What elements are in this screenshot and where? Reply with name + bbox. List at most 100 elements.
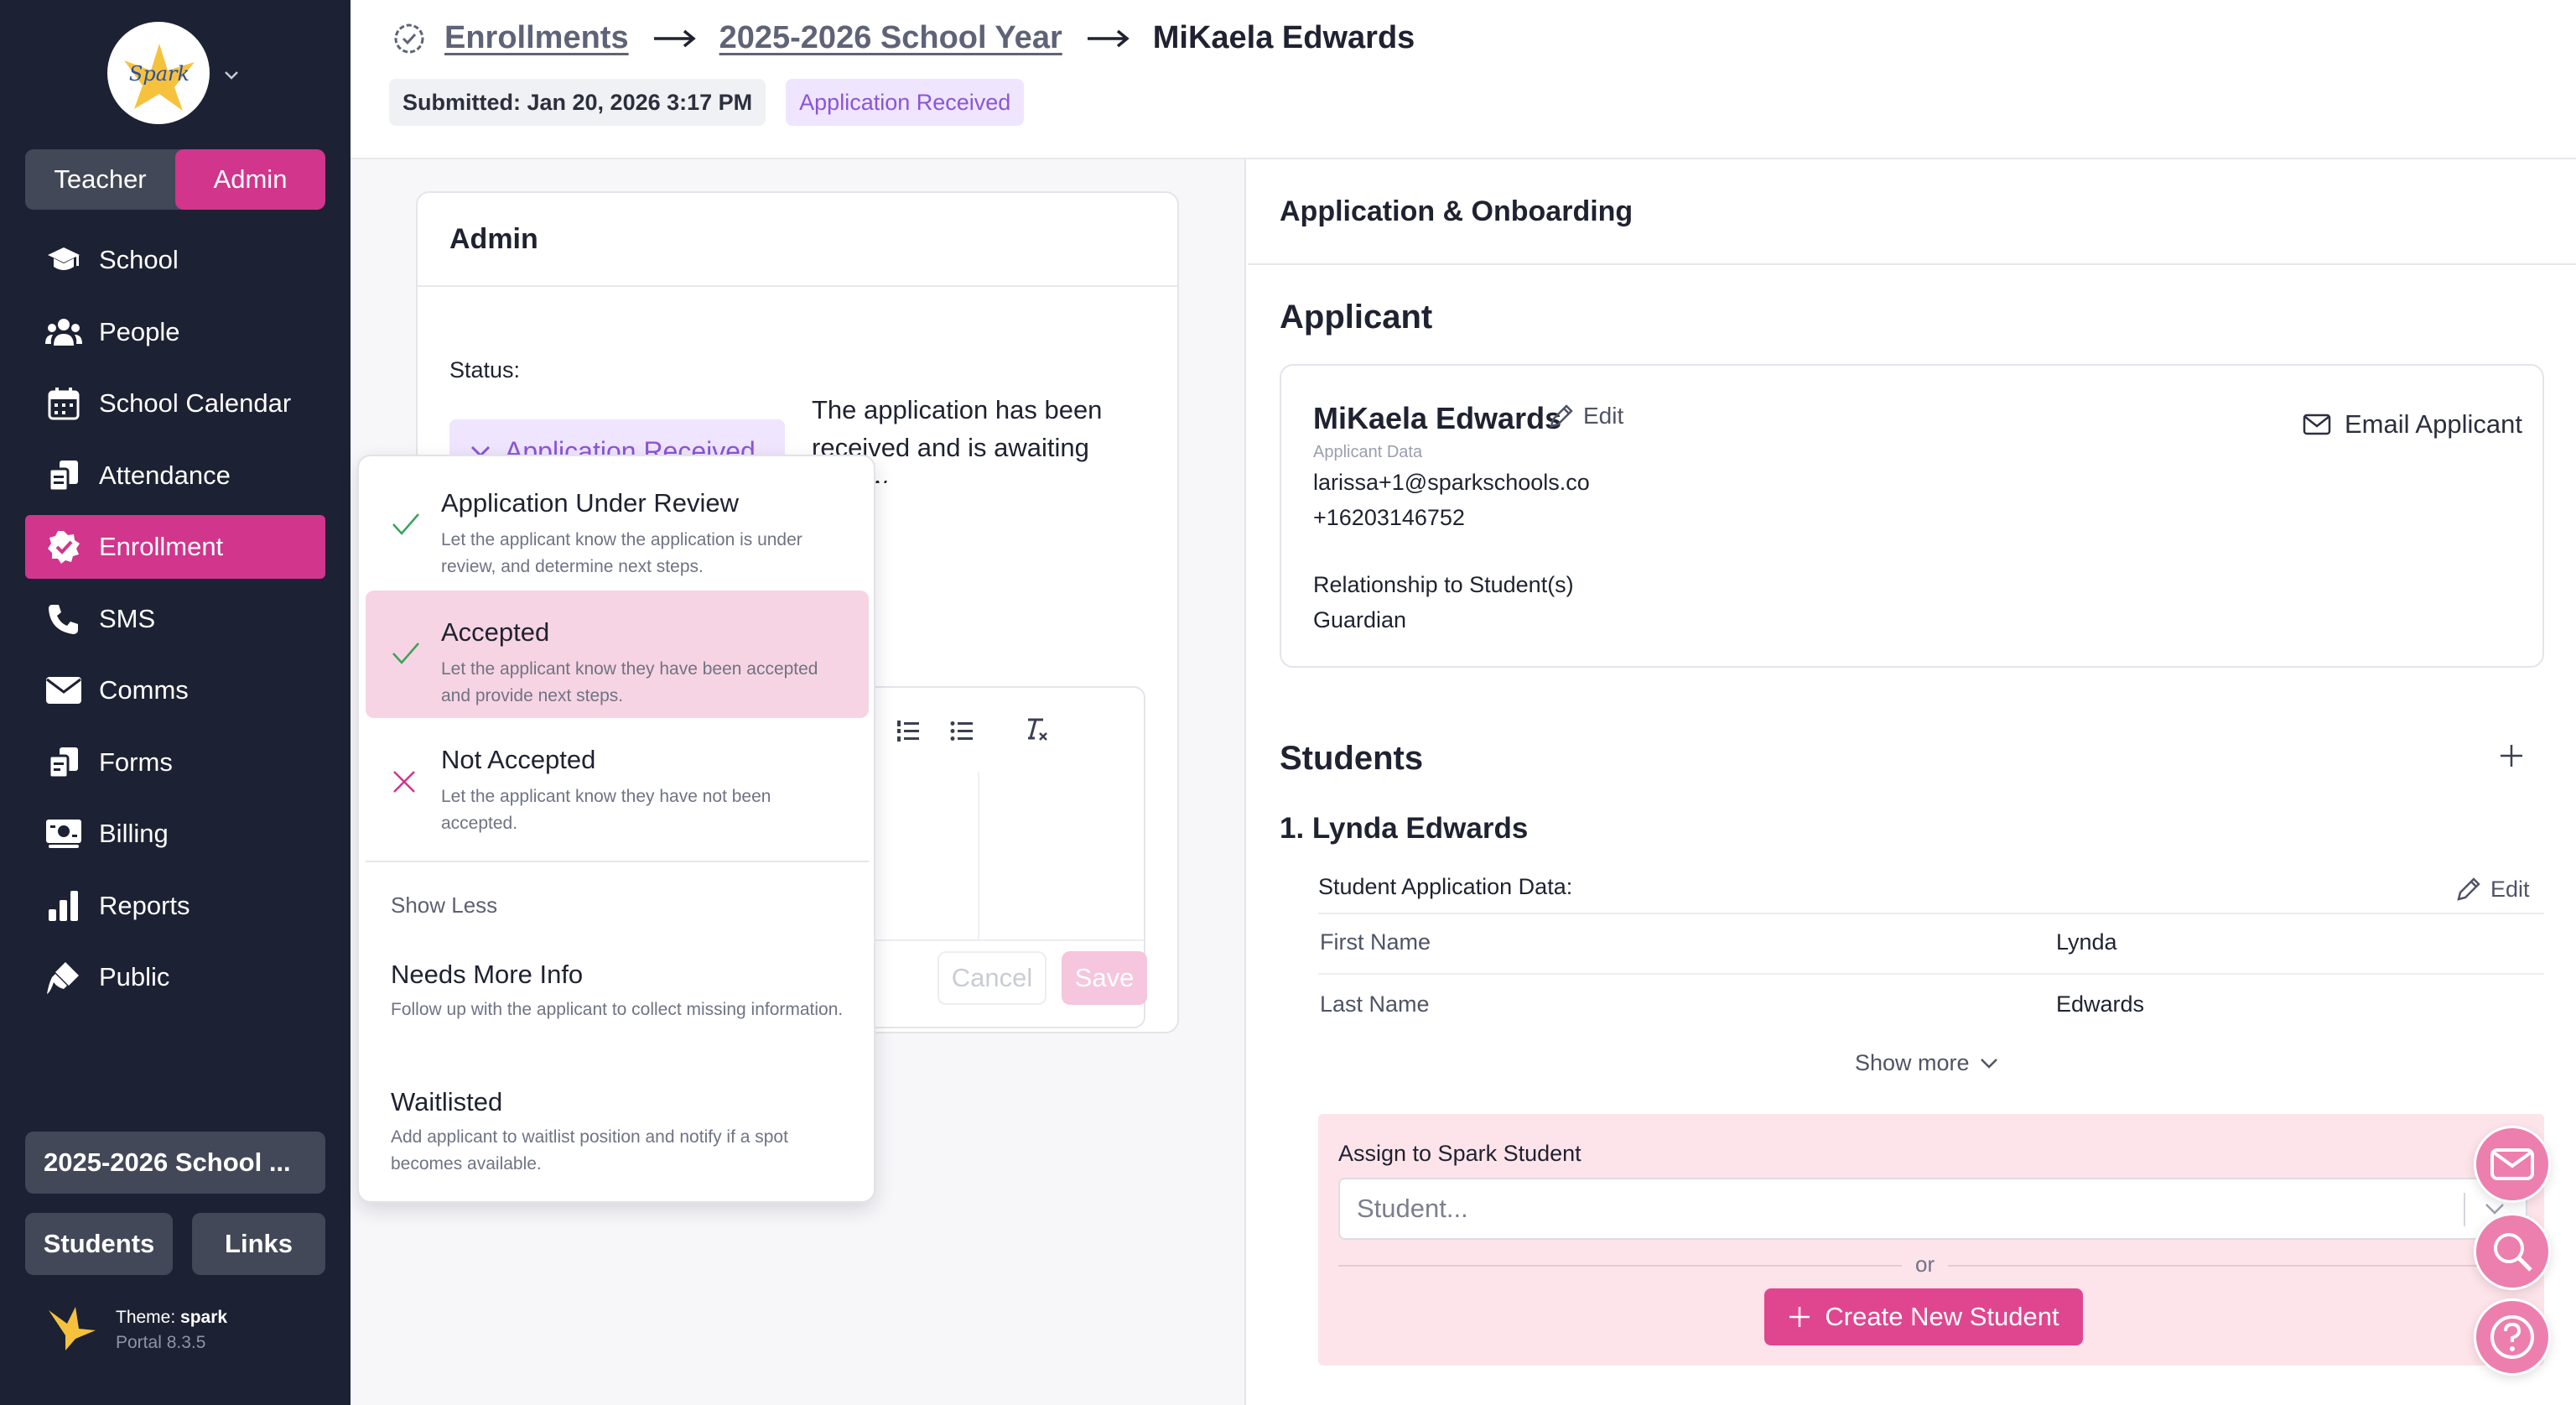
envelope-icon bbox=[2490, 1148, 2534, 1180]
portal-version: Portal 8.3.5 bbox=[116, 1333, 206, 1352]
sidebar-item-enrollment[interactable]: Enrollment bbox=[25, 515, 325, 579]
plus-icon bbox=[1789, 1307, 1810, 1327]
field-value-first-name: Lynda bbox=[2056, 929, 2117, 955]
graduation-cap-icon bbox=[45, 242, 82, 278]
edit-applicant-button[interactable]: Edit bbox=[1548, 403, 1623, 429]
status-option-not-accepted[interactable]: Not Accepted Let the applicant know they… bbox=[366, 718, 869, 846]
breadcrumb-current: MiKaela Edwards bbox=[1152, 20, 1415, 55]
student-select-placeholder: Student... bbox=[1357, 1194, 1468, 1223]
pencil-icon bbox=[2457, 877, 2480, 901]
check-badge-icon bbox=[45, 528, 82, 565]
forms-icon bbox=[45, 744, 82, 781]
field-label-last-name: Last Name bbox=[1320, 991, 1430, 1017]
show-more-label: Show more bbox=[1855, 1050, 1970, 1075]
sidebar-item-label: Enrollment bbox=[99, 532, 224, 561]
breadcrumb-enrollments[interactable]: Enrollments bbox=[444, 20, 629, 56]
floating-search-button[interactable] bbox=[2474, 1213, 2551, 1290]
editor-divider bbox=[978, 772, 979, 939]
dropdown-separator bbox=[366, 861, 869, 862]
student-application-data-label: Student Application Data: bbox=[1318, 874, 1573, 899]
svg-text:Spark: Spark bbox=[129, 62, 190, 86]
applicant-subtitle: Applicant Data bbox=[1313, 443, 1423, 461]
create-new-student-button[interactable]: Create New Student bbox=[1764, 1288, 2083, 1345]
edit-label: Edit bbox=[1583, 403, 1624, 429]
ordered-list-icon[interactable] bbox=[896, 718, 921, 743]
sidebar-item-school[interactable]: School bbox=[25, 228, 325, 292]
assign-student-panel: Assign to Spark Student Student... or Cr… bbox=[1318, 1114, 2544, 1366]
links-button[interactable]: Links bbox=[192, 1213, 325, 1275]
email-applicant-button[interactable]: Email Applicant bbox=[2303, 409, 2522, 440]
role-teacher[interactable]: Teacher bbox=[25, 149, 175, 210]
check-icon bbox=[392, 513, 419, 535]
page-header: Enrollments 2025-2026 School Year MiKael… bbox=[351, 0, 2576, 159]
envelope-icon bbox=[2303, 414, 2331, 435]
show-more-toggle[interactable]: Show more bbox=[1855, 1050, 1998, 1076]
students-button[interactable]: Students bbox=[25, 1213, 173, 1275]
sidebar-item-billing[interactable]: Billing bbox=[25, 802, 325, 866]
status-option-needs-more-info[interactable]: Needs More Info Follow up with the appli… bbox=[391, 960, 860, 1023]
phone-icon bbox=[45, 601, 82, 637]
sidebar-item-label: SMS bbox=[99, 603, 156, 633]
status-option-accepted[interactable]: Accepted Let the applicant know they hav… bbox=[366, 591, 869, 718]
breadcrumb: Enrollments 2025-2026 School Year MiKael… bbox=[392, 20, 1415, 56]
sidebar-item-people[interactable]: People bbox=[25, 300, 325, 364]
sidebar-item-attendance[interactable]: Attendance bbox=[25, 444, 325, 507]
select-divider bbox=[2464, 1193, 2465, 1226]
bullet-list-icon[interactable] bbox=[949, 718, 974, 743]
sidebar-item-label: Forms bbox=[99, 747, 173, 777]
status-option-waitlisted[interactable]: Waitlisted Add applicant to waitlist pos… bbox=[391, 1087, 860, 1178]
role-toggle: Teacher Admin bbox=[25, 149, 325, 210]
edit-student-button[interactable]: Edit bbox=[2455, 876, 2530, 903]
applicant-card: MiKaela Edwards Edit Applicant Data lari… bbox=[1280, 364, 2544, 668]
sidebar-item-label: School bbox=[99, 245, 179, 274]
student-select[interactable]: Student... bbox=[1338, 1178, 2527, 1240]
option-description: Let the applicant know they have not bee… bbox=[441, 787, 771, 833]
sidebar-item-label: Attendance bbox=[99, 460, 231, 490]
sidebar-item-school-calendar[interactable]: School Calendar bbox=[25, 372, 325, 435]
application-pane-title: Application & Onboarding bbox=[1248, 159, 2576, 265]
spark-logo[interactable]: Spark bbox=[107, 22, 210, 124]
or-label: or bbox=[1902, 1251, 1949, 1278]
sidebar-item-sms[interactable]: SMS bbox=[25, 587, 325, 651]
brush-icon bbox=[45, 959, 82, 996]
sidebar-item-comms[interactable]: Comms bbox=[25, 658, 325, 722]
add-student-icon[interactable] bbox=[2499, 743, 2524, 768]
save-button[interactable]: Save bbox=[1062, 951, 1147, 1005]
role-admin[interactable]: Admin bbox=[175, 149, 325, 210]
cancel-button[interactable]: Cancel bbox=[937, 951, 1046, 1005]
search-icon bbox=[2494, 1233, 2532, 1272]
sidebar-item-label: People bbox=[99, 316, 180, 346]
option-description: Let the applicant know the application i… bbox=[441, 530, 802, 576]
row-divider bbox=[1318, 973, 2544, 975]
show-less-toggle[interactable]: Show Less bbox=[391, 892, 497, 918]
chevron-down-icon[interactable] bbox=[222, 65, 241, 84]
sidebar-item-label: Comms bbox=[99, 675, 189, 705]
x-icon bbox=[393, 771, 415, 793]
applicant-heading: Applicant bbox=[1280, 299, 1433, 336]
clear-format-icon[interactable] bbox=[1023, 716, 1050, 743]
assign-label: Assign to Spark Student bbox=[1338, 1141, 1581, 1166]
floating-help-button[interactable] bbox=[2474, 1298, 2551, 1376]
sidebar-item-reports[interactable]: Reports bbox=[25, 874, 325, 938]
help-icon bbox=[2490, 1315, 2534, 1359]
sidebar-item-label: Reports bbox=[99, 890, 190, 920]
option-description: Follow up with the applicant to collect … bbox=[391, 1000, 844, 1019]
arrow-right-icon bbox=[652, 29, 696, 49]
relationship-label: Relationship to Student(s) bbox=[1313, 572, 1574, 597]
students-heading: Students bbox=[1280, 740, 1424, 777]
floating-mail-button[interactable] bbox=[2474, 1126, 2551, 1203]
sidebar-item-label: Public bbox=[99, 962, 170, 991]
pencil-icon bbox=[1550, 404, 1573, 428]
sidebar-item-forms[interactable]: Forms bbox=[25, 731, 325, 794]
breadcrumb-school-year[interactable]: 2025-2026 School Year bbox=[719, 20, 1062, 56]
status-option-under-review[interactable]: Application Under Review Let the applica… bbox=[366, 461, 869, 589]
student-name: 1. Lynda Edwards bbox=[1280, 812, 1529, 845]
theme-info: Theme: spark Portal 8.3.5 bbox=[47, 1305, 227, 1356]
edit-label: Edit bbox=[2490, 876, 2530, 902]
school-year-button[interactable]: 2025-2026 School ... bbox=[25, 1132, 325, 1194]
application-pane: Application & Onboarding Applicant MiKae… bbox=[1248, 159, 2576, 1405]
billing-icon bbox=[45, 815, 82, 852]
header-chips: Submitted: Jan 20, 2026 3:17 PM Applicat… bbox=[389, 79, 1044, 126]
check-circle-icon bbox=[394, 23, 424, 53]
sidebar-item-public[interactable]: Public bbox=[25, 945, 325, 1009]
